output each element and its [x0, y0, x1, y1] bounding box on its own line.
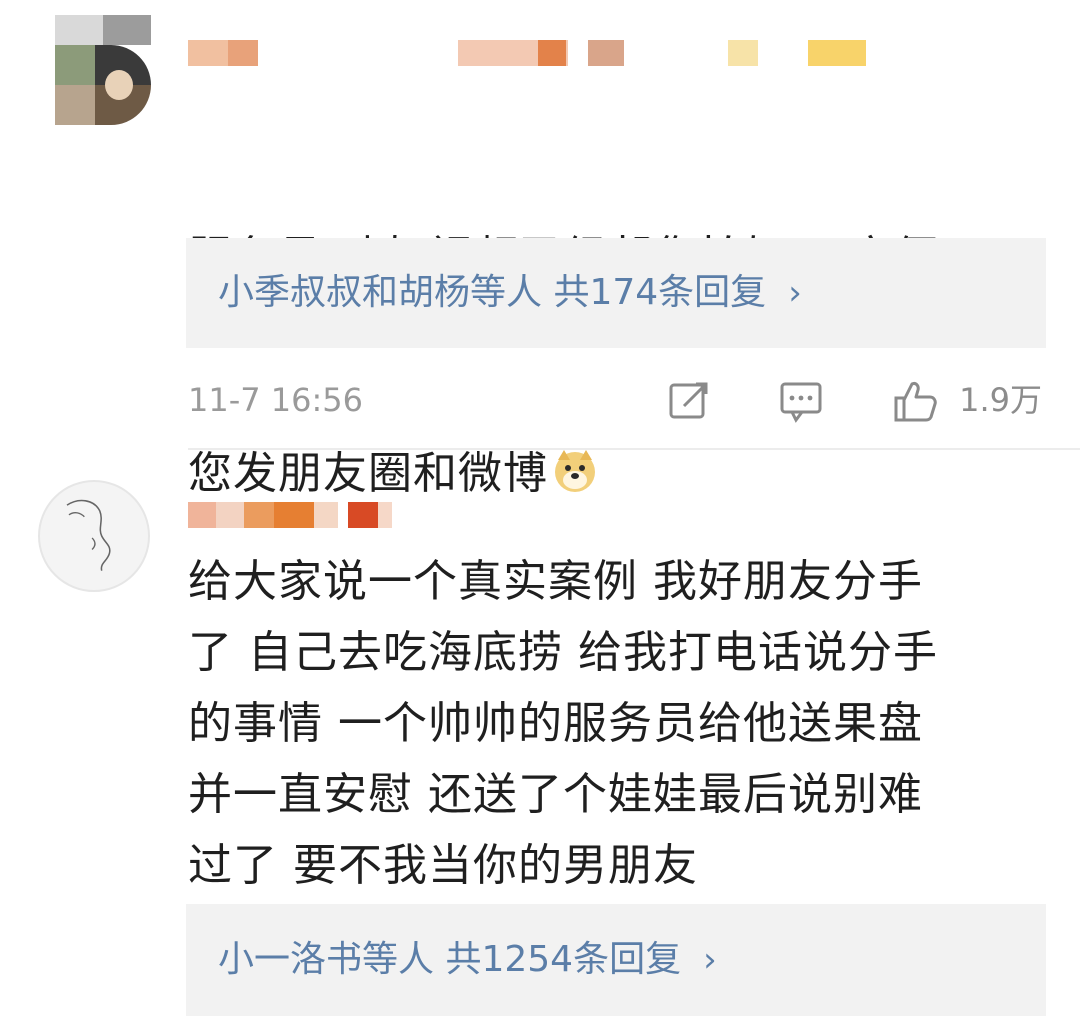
avatar[interactable] — [38, 480, 150, 592]
replies-summary[interactable]: 小一洛书等人 共1254条回复 › — [186, 904, 1046, 1016]
like-count: 1.9万 — [959, 381, 1042, 419]
comment-meta: 11-7 16:56 1.9万 — [188, 370, 1048, 430]
sketch-avatar-icon — [66, 499, 111, 571]
reply-count: 共1254条回复 — [434, 939, 682, 980]
comment-2: 给大家说一个真实案例 我好朋友分手 了 自己去吃海底捞 给我打电话说分手 的事情… — [0, 450, 1080, 1028]
reply-users: 小季叔叔和胡杨等人 — [218, 272, 543, 313]
avatar[interactable] — [55, 15, 151, 125]
reply-users: 小一洛书等人 — [218, 939, 435, 980]
replies-summary[interactable]: 小季叔叔和胡杨等人 共174条回复 › — [186, 238, 1046, 348]
comment-1: 服务员:吵架视频已经帮您拍好了 方便 您发朋友圈和微博 小季叔叔和胡杨等人 共1… — [0, 0, 1080, 499]
comment-text: 给大家说一个真实案例 我好朋友分手 了 自己去吃海底捞 给我打电话说分手 的事情… — [188, 556, 938, 891]
reply-count: 共174条回复 — [542, 272, 767, 313]
chevron-right-icon: › — [703, 940, 717, 980]
username-blurred[interactable] — [188, 40, 866, 66]
repost-icon[interactable] — [666, 378, 712, 424]
chevron-right-icon: › — [788, 273, 802, 313]
thumbs-up-icon[interactable] — [890, 378, 940, 424]
username-blurred[interactable] — [188, 502, 398, 528]
timestamp: 11-7 16:56 — [188, 381, 364, 419]
comment-icon[interactable] — [778, 378, 824, 424]
